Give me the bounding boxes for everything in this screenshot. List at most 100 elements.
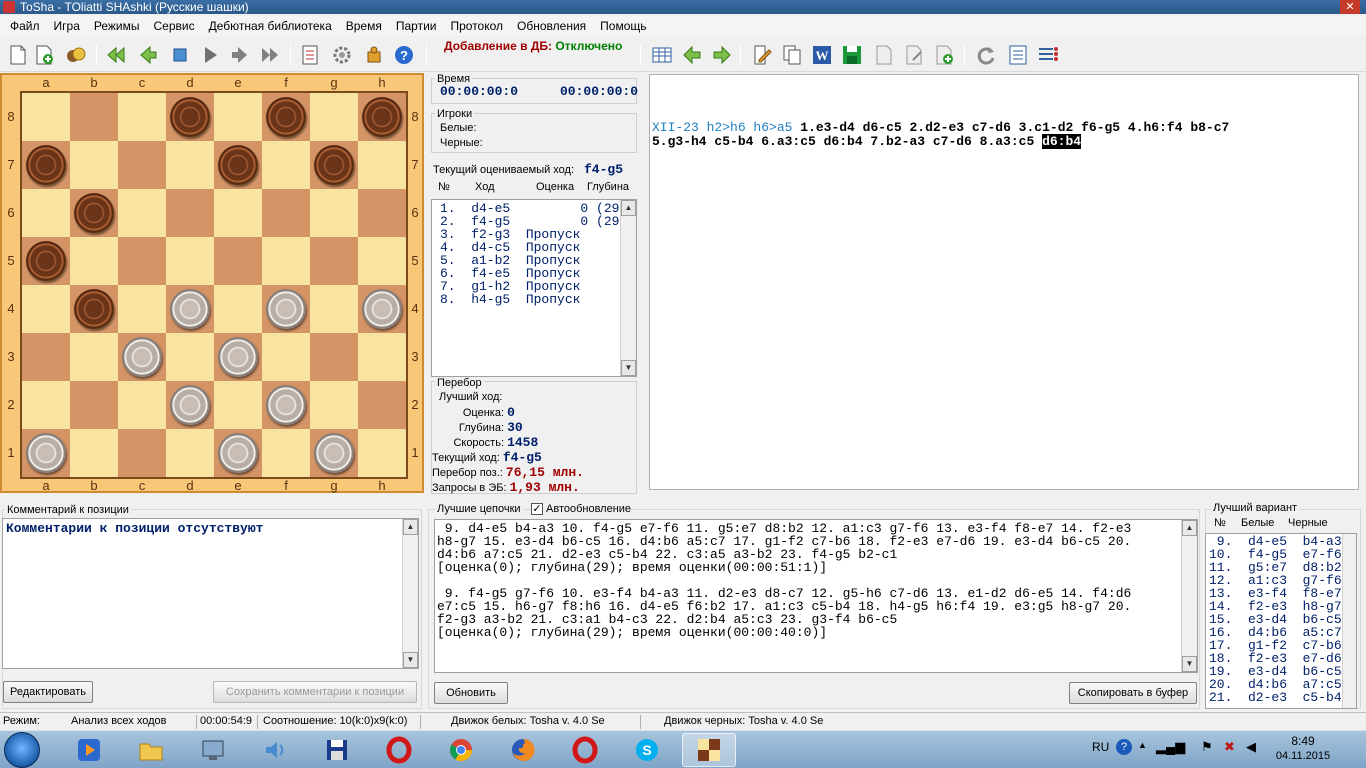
opera-browser-icon[interactable]	[558, 733, 612, 767]
square-h8[interactable]	[358, 93, 406, 141]
square-a1[interactable]	[22, 429, 70, 477]
square-a2[interactable]	[22, 381, 70, 429]
square-e3[interactable]	[214, 333, 262, 381]
best-chains-text-area[interactable]: 9. d4-e5 b4-a3 10. f4-g5 e7-f6 11. g5:e7…	[434, 519, 1198, 673]
square-c6[interactable]	[118, 189, 166, 237]
square-f7[interactable]	[262, 141, 310, 189]
square-b6[interactable]	[70, 189, 118, 237]
edit-comment-button[interactable]: Редактировать	[3, 681, 93, 703]
skype-icon[interactable]: S	[620, 733, 674, 767]
moves-scrollbar[interactable]: ▲ ▼	[620, 200, 636, 376]
white-checker-d4[interactable]	[170, 289, 210, 329]
square-a6[interactable]	[22, 189, 70, 237]
black-checker-e7[interactable]	[218, 145, 258, 185]
white-checker-g1[interactable]	[314, 433, 354, 473]
square-d3[interactable]	[166, 333, 214, 381]
black-checker-h8[interactable]	[362, 97, 402, 137]
start-button[interactable]	[4, 732, 40, 768]
flag-icon[interactable]: ⚑	[1201, 739, 1213, 755]
square-g4[interactable]	[310, 285, 358, 333]
square-c1[interactable]	[118, 429, 166, 477]
white-checker-e1[interactable]	[218, 433, 258, 473]
help-icon[interactable]: ?	[392, 43, 416, 67]
scroll-down-icon[interactable]: ▼	[621, 360, 636, 376]
chevron-up-icon[interactable]: ▲	[1138, 740, 1147, 750]
checkmark-icon[interactable]: ✓	[531, 503, 543, 515]
square-c4[interactable]	[118, 285, 166, 333]
white-checker-d2[interactable]	[170, 385, 210, 425]
clock-date[interactable]: 04.11.2015	[1268, 750, 1338, 762]
square-f6[interactable]	[262, 189, 310, 237]
candidate-move-row[interactable]: 8. h4-g5 Пропуск	[440, 293, 627, 306]
square-h5[interactable]	[358, 237, 406, 285]
help-tray-icon[interactable]: ?	[1116, 739, 1132, 755]
square-c5[interactable]	[118, 237, 166, 285]
square-f2[interactable]	[262, 381, 310, 429]
black-checker-a7[interactable]	[26, 145, 66, 185]
white-checker-h4[interactable]	[362, 289, 402, 329]
menu-time[interactable]: Время	[339, 16, 389, 36]
speaker-icon[interactable]	[248, 733, 302, 767]
white-checker-a1[interactable]	[26, 433, 66, 473]
square-d7[interactable]	[166, 141, 214, 189]
language-indicator[interactable]: RU	[1092, 740, 1109, 754]
table-icon[interactable]	[650, 43, 674, 67]
square-h3[interactable]	[358, 333, 406, 381]
square-c3[interactable]	[118, 333, 166, 381]
square-c2[interactable]	[118, 381, 166, 429]
black-checker-b4[interactable]	[74, 289, 114, 329]
new-document-icon[interactable]	[6, 43, 30, 67]
menu-file[interactable]: Файл	[2, 16, 47, 36]
checklist-icon[interactable]	[298, 43, 322, 67]
square-e2[interactable]	[214, 381, 262, 429]
menu-service[interactable]: Сервис	[147, 16, 202, 36]
scroll-up-icon[interactable]: ▲	[621, 200, 636, 216]
auto-update-checkbox[interactable]: ✓ Автообновление	[531, 503, 632, 515]
back-arrow-icon[interactable]	[680, 43, 704, 67]
word-export-icon[interactable]: W	[810, 43, 834, 67]
black-checker-d8[interactable]	[170, 97, 210, 137]
square-h4[interactable]	[358, 285, 406, 333]
square-g3[interactable]	[310, 333, 358, 381]
firefox-icon[interactable]	[496, 733, 550, 767]
opera-icon[interactable]	[372, 733, 426, 767]
best-variant-row[interactable]: 21. d2-e3 c5-b4	[1209, 691, 1342, 704]
game-notation-area[interactable]: XII-23 h2>h6 h6>a5 1.e3-d4 d6-c5 2.d2-e3…	[649, 74, 1359, 490]
square-b3[interactable]	[70, 333, 118, 381]
previous-move-icon[interactable]	[136, 43, 160, 67]
square-d5[interactable]	[166, 237, 214, 285]
square-f4[interactable]	[262, 285, 310, 333]
square-e5[interactable]	[214, 237, 262, 285]
forward-arrow-icon[interactable]	[710, 43, 734, 67]
scroll-down-icon[interactable]: ▼	[1182, 656, 1197, 672]
square-g2[interactable]	[310, 381, 358, 429]
list-check-icon[interactable]	[1006, 43, 1030, 67]
white-checker-e3[interactable]	[218, 337, 258, 377]
volume-icon[interactable]: ◀	[1246, 739, 1256, 755]
clock-time[interactable]: 8:49	[1268, 734, 1338, 748]
square-b5[interactable]	[70, 237, 118, 285]
square-d6[interactable]	[166, 189, 214, 237]
menu-protocol[interactable]: Протокол	[443, 16, 510, 36]
black-checker-g7[interactable]	[314, 145, 354, 185]
square-f8[interactable]	[262, 93, 310, 141]
square-d1[interactable]	[166, 429, 214, 477]
square-a8[interactable]	[22, 93, 70, 141]
square-h7[interactable]	[358, 141, 406, 189]
square-g8[interactable]	[310, 93, 358, 141]
square-e6[interactable]	[214, 189, 262, 237]
document-add-icon[interactable]	[932, 43, 956, 67]
square-g5[interactable]	[310, 237, 358, 285]
add-document-icon[interactable]	[32, 43, 56, 67]
square-a5[interactable]	[22, 237, 70, 285]
square-h1[interactable]	[358, 429, 406, 477]
save-icon[interactable]	[840, 43, 864, 67]
last-move-icon[interactable]	[258, 43, 282, 67]
square-c8[interactable]	[118, 93, 166, 141]
square-d8[interactable]	[166, 93, 214, 141]
menu-help[interactable]: Помощь	[593, 16, 653, 36]
square-f1[interactable]	[262, 429, 310, 477]
square-e4[interactable]	[214, 285, 262, 333]
menu-updates[interactable]: Обновления	[510, 16, 593, 36]
square-f3[interactable]	[262, 333, 310, 381]
